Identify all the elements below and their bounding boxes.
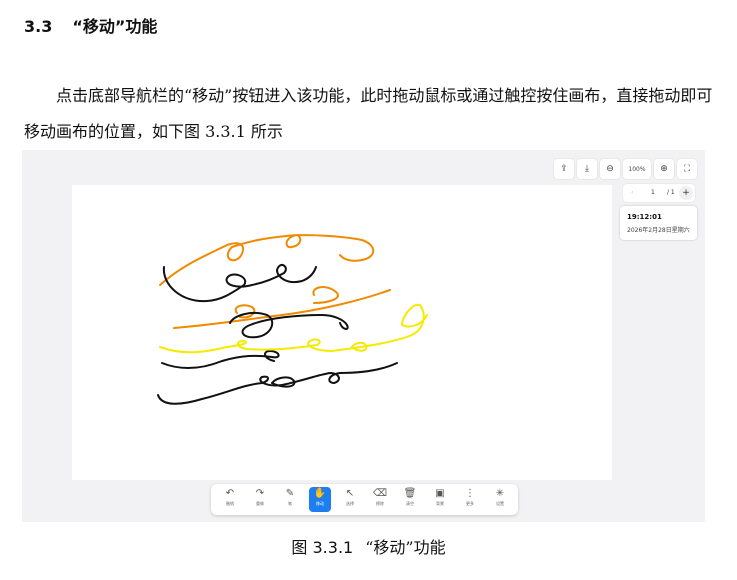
caption-number: 图 3.3.1 [291,538,354,557]
stroke-black-4 [157,362,398,405]
prev-page-button[interactable]: ‹ [631,189,633,196]
clear-icon: 🗑 [403,488,417,499]
eraser-label: 擦除 [376,501,384,506]
figure-screenshot: ⇪ ⤓ ⊖ 100% ⊕ ⛶ ‹ 1 / 1 + 19:12:01 2026年2月28日星… [22,150,705,522]
pen-label: 笔 [288,501,292,506]
stroke-black-3 [161,350,280,369]
move-label: 移动 [316,501,324,506]
redo-icon: ↷ [255,488,265,499]
select-label: 选择 [346,501,354,506]
stroke-black-1 [162,263,317,303]
clock-date: 2026年2月28日星期六 [627,227,690,234]
settings-label: 设置 [496,501,504,506]
stroke-orange-1 [159,234,375,286]
zoom-level[interactable]: 100% [623,159,651,179]
bottom-toolbar: ↶ 撤销 ↷ 重做 ✎ 笔 ✋ 移动 ↖ 选择 ⌫ 擦除 🗑 清空 ▣ 背景 ⋮ 更多 ✳ 设置 [211,484,518,515]
download-icon[interactable]: ⤓ [577,159,597,179]
caption-title: “移动”功能 [365,538,446,557]
pen-icon: ✎ [285,488,295,499]
clear-label: 清空 [406,501,414,506]
upload-icon[interactable]: ⇪ [554,159,574,179]
page-navigator: ‹ 1 / 1 + [623,184,695,202]
eraser-icon: ⌫ [372,488,388,499]
whiteboard-canvas[interactable] [72,185,612,480]
more-tool-button[interactable]: ⋮ 更多 [459,487,481,512]
eraser-tool-button[interactable]: ⌫ 擦除 [369,487,391,512]
settings-tool-button[interactable]: ✳ 设置 [489,487,511,512]
section-heading: 3.3 “移动”功能 [24,13,157,37]
stroke-orange-3 [312,286,339,304]
top-controls: ⇪ ⤓ ⊖ 100% ⊕ ⛶ [554,159,697,179]
redo-tool-button[interactable]: ↷ 重做 [249,487,271,512]
background-tool-button[interactable]: ▣ 背景 [429,487,451,512]
select-icon: ↖ [345,488,355,499]
select-tool-button[interactable]: ↖ 选择 [339,487,361,512]
section-title: “移动”功能 [72,17,158,36]
undo-tool-button[interactable]: ↶ 撤销 [219,487,241,512]
drawing-strokes [157,234,428,405]
undo-icon: ↶ [225,488,235,499]
stroke-yellow-1 [159,303,428,354]
clock-widget: 19:12:01 2026年2月28日星期六 [620,206,697,240]
clear-tool-button[interactable]: 🗑 清空 [399,487,421,512]
clock-time: 19:12:01 [627,213,662,221]
section-number: 3.3 [24,17,53,36]
zoom-out-icon[interactable]: ⊖ [600,159,620,179]
more-icon: ⋮ [465,488,475,499]
redo-label: 重做 [256,501,264,506]
background-icon: ▣ [435,488,445,499]
stroke-orange-2 [173,289,391,329]
current-page[interactable]: 1 [651,189,655,196]
move-tool-button[interactable]: ✋ 移动 [309,487,331,512]
body-paragraph: 点击底部导航栏的“移动”按钮进入该功能，此时拖动鼠标或通过触控按住画布，直接拖动… [24,86,713,141]
background-label: 背景 [436,501,444,506]
pen-tool-button[interactable]: ✎ 笔 [279,487,301,512]
zoom-in-icon[interactable]: ⊕ [654,159,674,179]
undo-label: 撤销 [226,501,234,506]
figure-caption: 图 3.3.1 “移动”功能 [0,534,737,558]
add-page-button[interactable]: + [679,186,693,200]
settings-icon: ✳ [495,488,505,499]
move-icon: ✋ [313,488,327,499]
total-pages: / 1 [667,189,675,196]
more-label: 更多 [466,501,474,506]
fullscreen-icon[interactable]: ⛶ [677,159,697,179]
